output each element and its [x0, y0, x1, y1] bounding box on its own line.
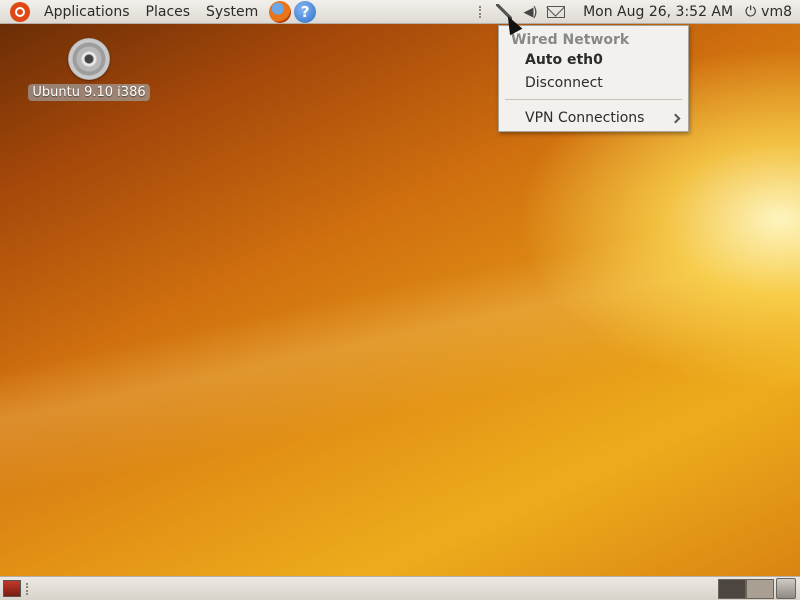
tray-grip-handle[interactable]: [479, 6, 485, 18]
applications-menu[interactable]: Applications: [36, 4, 138, 20]
notification-tray: ◀) Mon Aug 26, 3:52 AM ⏻ vm8: [479, 0, 800, 24]
top-panel: Applications Places System ? ◀) Mon Aug …: [0, 0, 800, 24]
volume-applet[interactable]: ◀): [517, 0, 543, 24]
menu-item-vpn-connections[interactable]: VPN Connections: [525, 110, 644, 126]
chevron-right-icon: [670, 113, 681, 124]
workspace-2[interactable]: [746, 579, 774, 599]
desktop-icon-label: Ubuntu 9.10 i386: [28, 84, 150, 101]
clock[interactable]: Mon Aug 26, 3:52 AM: [569, 4, 741, 20]
cd-disc-icon: [68, 38, 110, 80]
show-desktop-icon[interactable]: [3, 580, 21, 597]
bottom-panel: [0, 576, 800, 600]
menu-separator: [505, 99, 682, 100]
menu-item-auto-eth0[interactable]: Auto eth0: [525, 52, 603, 68]
menu-item-disconnect[interactable]: Disconnect: [525, 75, 603, 91]
trash-icon[interactable]: [776, 578, 796, 599]
mail-applet[interactable]: [543, 0, 569, 24]
places-menu[interactable]: Places: [138, 4, 199, 20]
session-menu[interactable]: ⏻ vm8: [741, 4, 800, 20]
panel-grip-handle[interactable]: [26, 583, 30, 595]
workspace-1[interactable]: [718, 579, 746, 599]
mail-icon: [547, 6, 566, 18]
network-menu: Wired Network Auto eth0 Disconnect VPN C…: [498, 25, 689, 132]
session-user-label: vm8: [761, 4, 792, 20]
system-menu[interactable]: System: [198, 4, 266, 20]
firefox-icon[interactable]: [269, 0, 292, 23]
volume-icon: ◀): [523, 4, 538, 20]
network-menu-header: Wired Network: [511, 32, 630, 48]
ubuntu-logo-icon[interactable]: [10, 1, 30, 22]
desktop-icon-ubuntu-cd[interactable]: Ubuntu 9.10 i386: [28, 38, 150, 101]
help-icon[interactable]: ?: [294, 0, 317, 23]
power-icon: ⏻: [745, 4, 757, 20]
